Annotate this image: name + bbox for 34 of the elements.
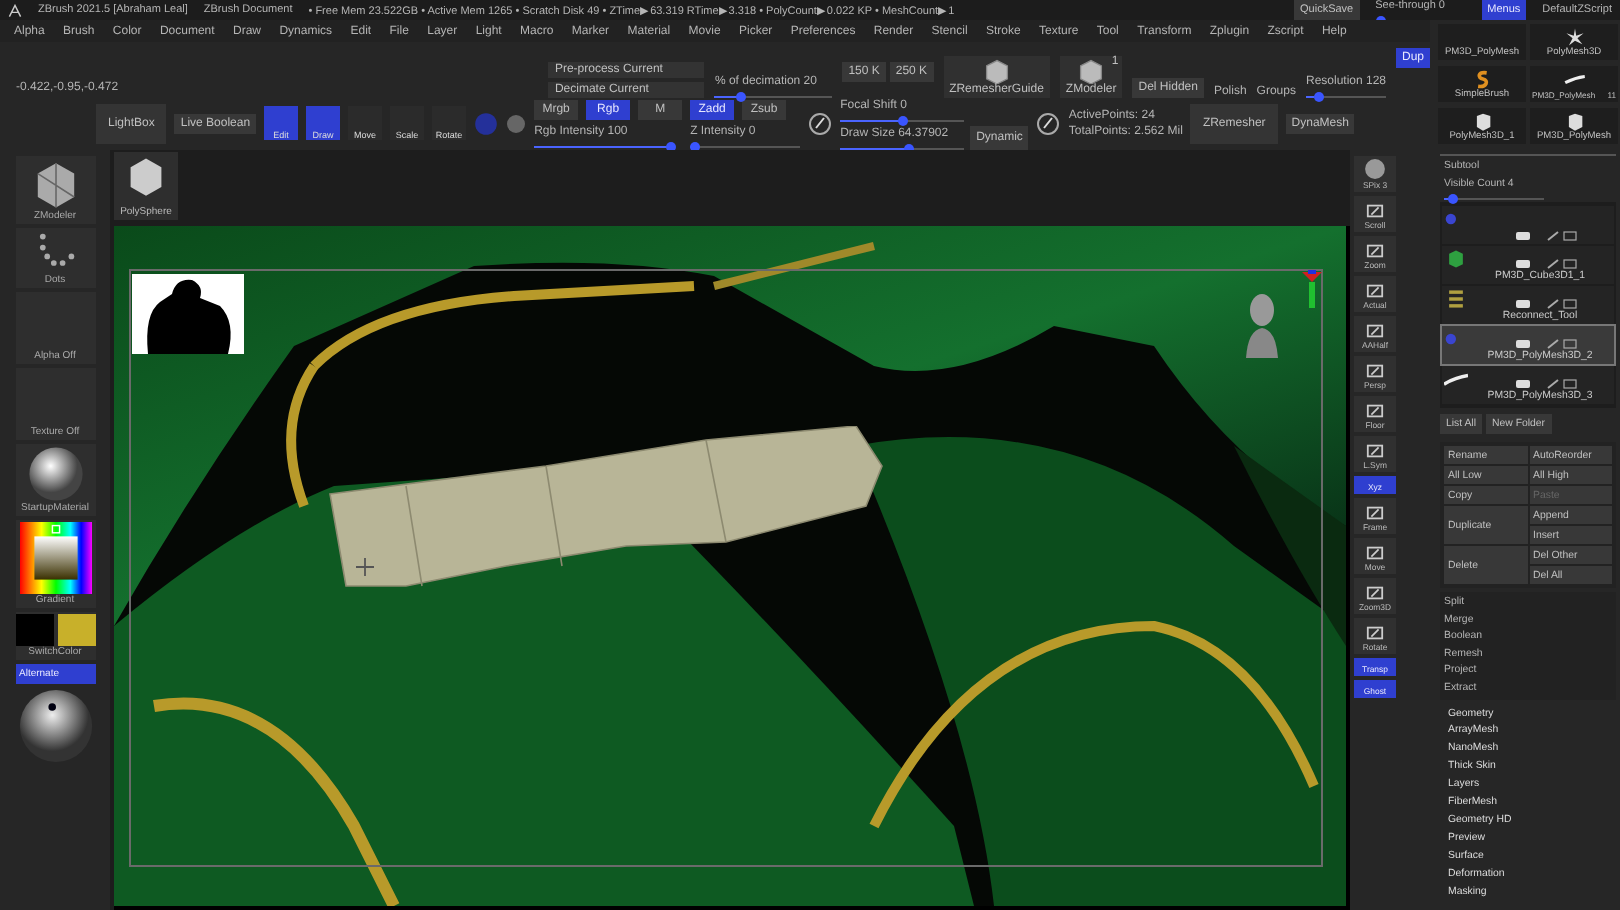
view-icon [1366,584,1384,602]
sphere-icon [1364,158,1386,180]
slider-thumb[interactable] [736,92,747,102]
view-icon [1366,624,1384,642]
axis-gizmo-icon [1298,266,1326,310]
slider-thumb[interactable] [898,115,909,125]
view-icon [1366,402,1384,420]
view-icon [1366,362,1384,380]
view-icon [1366,202,1384,220]
cube-icon [983,58,1010,84]
crosshair-icon [356,558,374,576]
cube-icon [1078,58,1105,84]
cube-icon [1444,248,1468,270]
stroke-icon [1444,368,1468,390]
brush-icon [1036,111,1061,135]
slider-thumb[interactable] [1448,194,1459,204]
view-icon [1366,242,1384,260]
stack-icon [1444,288,1468,310]
material-sphere-icon [27,446,83,502]
view-icon [1366,504,1384,522]
subtool-item[interactable] [1442,206,1614,244]
view-icon [1366,442,1384,460]
view-icon [1366,322,1384,340]
color-picker-icon [17,522,93,594]
circle-icon [474,111,499,135]
view-icon [1366,544,1384,562]
head-bust-icon [1242,290,1282,358]
brush-icon [808,111,833,135]
view-icon [1366,282,1384,300]
navigator-thumbnail [132,274,244,354]
light-sphere-icon [17,688,93,764]
sphere-icon [506,113,527,133]
slider-thumb[interactable] [1313,92,1324,102]
color-swatches-icon [15,614,95,646]
